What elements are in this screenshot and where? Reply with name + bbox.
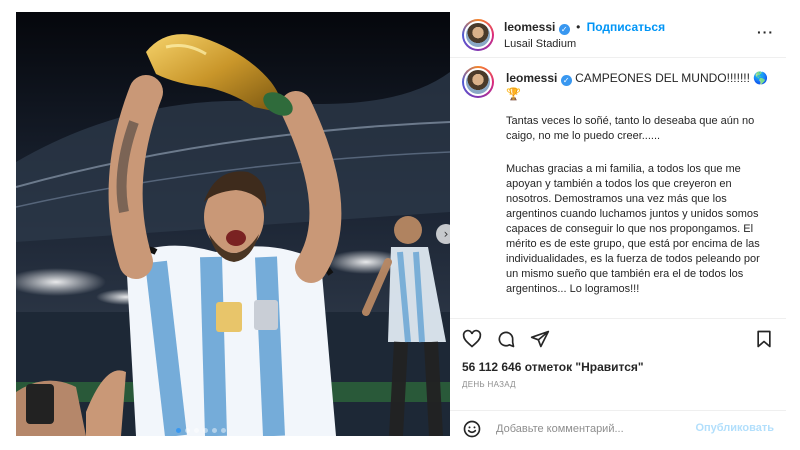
post-photo[interactable]: ›	[16, 12, 450, 436]
follow-button[interactable]: Подписаться	[587, 20, 665, 34]
avatar[interactable]	[462, 19, 494, 51]
comment-icon[interactable]	[496, 329, 516, 349]
post-header: leomessi ✓ • Подписаться Lusail Stadium …	[450, 12, 786, 58]
caption: leomessi ✓ CAMPEONES DEL MUNDO!!!!!!! 🌎🏆…	[450, 58, 786, 318]
comment-input[interactable]	[496, 419, 696, 439]
verified-badge-icon: ✓	[560, 75, 572, 86]
bookmark-icon[interactable]	[754, 329, 774, 349]
carousel-dot	[176, 428, 181, 433]
carousel-next-button[interactable]: ›	[436, 224, 450, 244]
smile-icon[interactable]	[462, 419, 482, 439]
caption-paragraph: Tantas veces lo soñé, tanto lo deseaba q…	[506, 115, 755, 142]
username-link[interactable]: leomessi	[504, 20, 555, 34]
location-link[interactable]: Lusail Stadium	[504, 38, 576, 50]
comment-bar: Опубликовать	[450, 410, 786, 446]
paper-plane-icon[interactable]	[530, 329, 550, 349]
username-link[interactable]: leomessi	[506, 71, 557, 85]
caption-first-line: leomessi ✓ CAMPEONES DEL MUNDO!!!!!!! 🌎🏆	[506, 70, 776, 102]
post-side-panel: leomessi ✓ • Подписаться Lusail Stadium …	[450, 12, 786, 442]
publish-button[interactable]: Опубликовать	[695, 422, 774, 434]
likes-count[interactable]: 56 112 646 отметок "Нравится"	[462, 360, 644, 374]
separator: •	[576, 20, 581, 34]
instagram-post-window: › leomessi ✓ • Подписаться Lusail Stadiu…	[0, 0, 800, 450]
header-user-line: leomessi ✓ • Подписаться	[504, 20, 665, 35]
carousel-indicator	[176, 428, 226, 433]
post-timestamp[interactable]: ДЕНЬ НАЗАД	[462, 380, 516, 389]
avatar[interactable]	[462, 66, 494, 98]
messi-trophy-photo	[16, 12, 450, 436]
heart-icon[interactable]	[462, 329, 482, 349]
carousel-dot	[221, 428, 226, 433]
caption-paragraph: Muchas gracias a mi familia, a todos los…	[506, 163, 760, 295]
carousel-dot	[212, 428, 217, 433]
carousel-dot	[194, 428, 199, 433]
carousel-dot	[203, 428, 208, 433]
verified-badge-icon: ✓	[558, 24, 570, 35]
more-options-icon[interactable]: ···	[757, 24, 774, 40]
action-bar	[450, 318, 786, 358]
carousel-dot	[185, 428, 190, 433]
